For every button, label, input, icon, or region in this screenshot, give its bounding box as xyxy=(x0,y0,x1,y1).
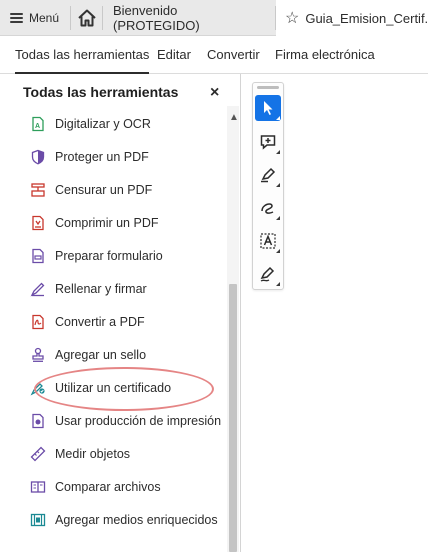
tool-item-redact-pdf[interactable]: Censurar un PDF xyxy=(0,173,225,206)
star-icon[interactable]: ☆ xyxy=(285,8,299,28)
tool-item-protect-pdf[interactable]: Proteger un PDF xyxy=(0,140,225,173)
compress-pdf-icon xyxy=(32,215,44,230)
tool-item-convert-pdf[interactable]: Convertir a PDF xyxy=(0,305,225,338)
tab-esign-label: Firma electrónica xyxy=(275,47,375,62)
certificate-icon xyxy=(30,382,45,395)
tool-item-scan-ocr[interactable]: A Digitalizar y OCR xyxy=(0,107,225,140)
compare-files-icon xyxy=(30,480,46,493)
tool-label: Proteger un PDF xyxy=(55,149,149,164)
highlight-pen-icon xyxy=(261,167,276,183)
tab-welcome[interactable]: Bienvenido (PROTEGIDO) xyxy=(104,0,267,36)
tab-welcome-label: Bienvenido (PROTEGIDO) xyxy=(113,3,200,33)
tab-all-tools-label: Todas las herramientas xyxy=(15,47,150,62)
tool-label: Comparar archivos xyxy=(55,479,161,494)
tool-label: Utilizar un certificado xyxy=(55,380,172,395)
tool-item-print-production[interactable]: Usar producción de impresión xyxy=(0,404,225,437)
tab-bar: Menú Bienvenido (PROTEGIDO) ☆ Guia_Emisi… xyxy=(0,0,428,36)
tool-label: Medir objetos xyxy=(55,446,131,461)
tool-item-stamp[interactable]: Agregar un sello xyxy=(0,338,225,371)
menu-label: Menú xyxy=(29,11,60,25)
print-production-icon xyxy=(32,413,44,428)
caret-icon xyxy=(276,282,280,286)
caret-icon xyxy=(276,150,280,154)
text-tool-button[interactable] xyxy=(255,228,281,254)
scrollbar-thumb[interactable] xyxy=(229,284,237,552)
tab-edit[interactable]: Editar xyxy=(157,36,191,73)
tab-convert[interactable]: Convertir xyxy=(207,36,260,73)
caret-icon xyxy=(276,249,280,253)
tool-label: Agregar un sello xyxy=(55,347,147,362)
redact-pdf-icon xyxy=(31,182,45,197)
home-icon xyxy=(78,9,96,27)
caret-icon xyxy=(276,183,280,187)
tab-convert-label: Convertir xyxy=(207,47,260,62)
add-comment-button[interactable] xyxy=(255,129,281,155)
divider xyxy=(70,6,71,30)
caret-icon xyxy=(276,116,280,120)
tab-edit-label: Editar xyxy=(157,47,191,62)
menu-button[interactable]: Menú xyxy=(10,0,59,36)
tool-item-measure[interactable]: Medir objetos xyxy=(0,437,225,470)
tool-label: Comprimir un PDF xyxy=(55,215,159,230)
tab-esign[interactable]: Firma electrónica xyxy=(275,36,375,73)
tool-label: Censurar un PDF xyxy=(55,182,153,197)
tool-label: Agregar medios enriquecidos xyxy=(55,512,218,527)
draw-freehand-icon xyxy=(261,203,274,214)
tool-item-compress-pdf[interactable]: Comprimir un PDF xyxy=(0,206,225,239)
prepare-form-icon xyxy=(32,248,44,263)
tool-label: Convertir a PDF xyxy=(55,314,145,329)
scroll-up-icon[interactable]: ▲ xyxy=(229,112,239,123)
convert-pdf-icon xyxy=(32,314,44,329)
select-tool-button[interactable] xyxy=(255,95,281,121)
tool-list: A Digitalizar y OCR Proteger un PDF Cens… xyxy=(0,107,225,536)
tab-document-label: Guia_Emision_Certif... xyxy=(305,10,428,26)
caret-icon xyxy=(276,216,280,220)
tab-document[interactable]: ☆ Guia_Emision_Certif... xyxy=(276,0,428,36)
text-box-icon xyxy=(260,233,276,249)
tool-label: Usar producción de impresión xyxy=(55,413,222,428)
highlight-tool-button[interactable] xyxy=(255,162,281,188)
draw-tool-button[interactable] xyxy=(255,195,281,221)
tab-all-tools[interactable]: Todas las herramientas xyxy=(15,36,150,74)
tool-item-certificate[interactable]: Utilizar un certificado xyxy=(0,371,225,404)
add-comment-icon xyxy=(260,135,276,150)
panel-title: Todas las herramientas xyxy=(23,84,179,100)
select-pointer-icon xyxy=(264,101,273,115)
tool-item-prepare-form[interactable]: Preparar formulario xyxy=(0,239,225,272)
sign-tool-button[interactable] xyxy=(255,261,281,287)
sign-icon xyxy=(260,266,275,282)
tool-item-fill-sign[interactable]: Rellenar y firmar xyxy=(0,272,225,305)
tool-item-compare-files[interactable]: Comparar archivos xyxy=(0,470,225,503)
quick-tools-bar xyxy=(252,82,284,290)
protect-pdf-icon xyxy=(31,149,45,165)
home-button[interactable] xyxy=(76,7,98,29)
tool-label: Digitalizar y OCR xyxy=(55,116,151,131)
svg-text:A: A xyxy=(35,123,40,130)
close-panel-button[interactable]: × xyxy=(210,85,219,101)
drag-handle[interactable] xyxy=(257,86,279,89)
measure-icon xyxy=(30,446,46,461)
fill-sign-icon xyxy=(30,282,45,296)
stamp-icon xyxy=(32,347,44,362)
section-tabs: Todas las herramientas Editar Convertir … xyxy=(0,36,428,74)
rich-media-icon xyxy=(30,513,46,526)
tool-item-rich-media[interactable]: Agregar medios enriquecidos xyxy=(0,503,225,536)
hamburger-icon xyxy=(10,13,23,23)
tool-label: Rellenar y firmar xyxy=(55,281,147,296)
tools-panel: Todas las herramientas × A Digitalizar y… xyxy=(0,74,241,552)
tool-label: Preparar formulario xyxy=(55,248,163,263)
scan-ocr-icon: A xyxy=(32,116,44,131)
divider xyxy=(102,6,103,30)
